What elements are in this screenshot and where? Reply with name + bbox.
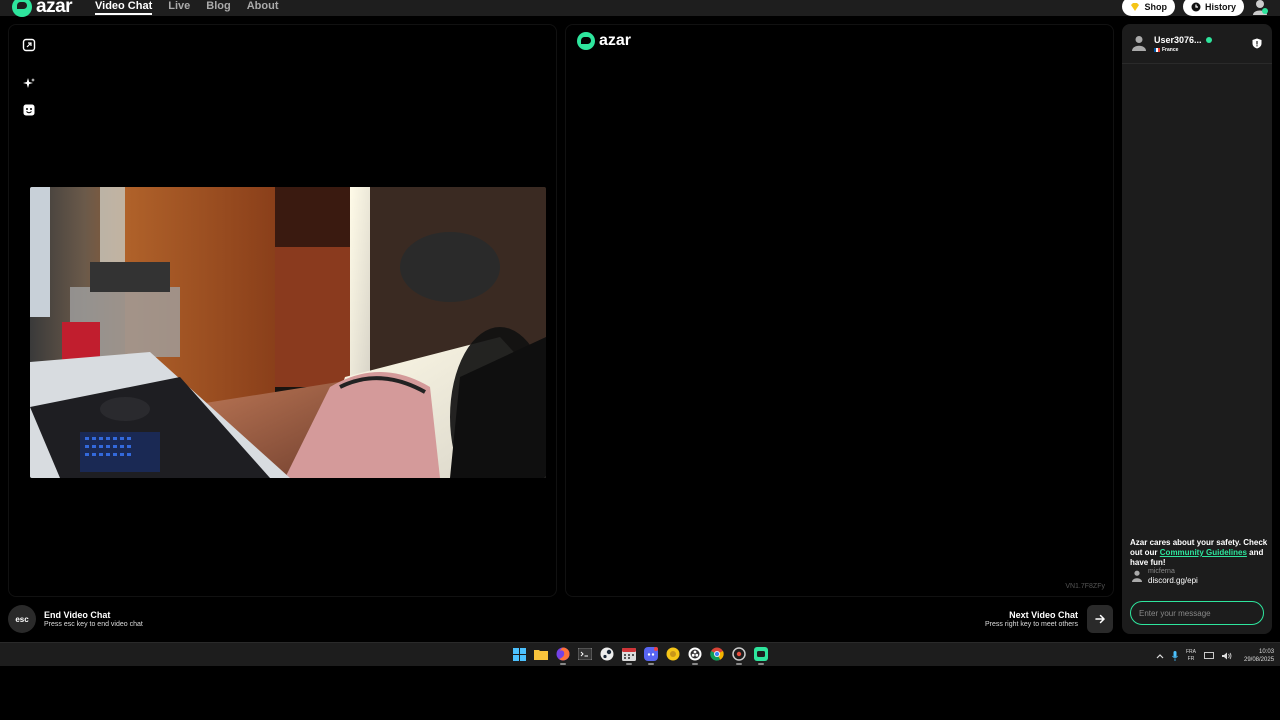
partner-country-text: France — [1162, 47, 1179, 53]
gem-icon — [1131, 2, 1140, 11]
next-video-chat-hint: Press right key to meet others — [985, 621, 1078, 628]
system-tray: FRA FR 10:03 29/08/2025 — [1156, 648, 1274, 664]
nav-link-live[interactable]: Live — [168, 0, 190, 15]
azar-logo[interactable]: azar — [12, 0, 73, 18]
end-video-chat-hint: Press esc key to end video chat — [44, 621, 143, 628]
input-language-bottom: FR — [1187, 656, 1195, 662]
partner-avatar-icon[interactable] — [1132, 35, 1146, 51]
display-icon[interactable] — [1204, 652, 1214, 660]
discord-icon[interactable] — [643, 646, 659, 665]
nav-link-blog[interactable]: Blog — [206, 0, 230, 15]
next-video-chat-button[interactable] — [1087, 605, 1113, 633]
partner-username: User3076... — [1154, 35, 1212, 45]
windows-taskbar: FRA FR 10:03 29/08/2025 — [0, 642, 1280, 666]
end-video-chat-title: End Video Chat — [44, 610, 111, 620]
partner-username-text: User3076... — [1154, 35, 1202, 45]
partner-id: VN1.7F8ZFy — [1065, 583, 1105, 590]
azar-logo-icon — [12, 0, 32, 17]
chat-message-text: discord.gg/epi — [1148, 576, 1198, 585]
firefox-icon[interactable] — [555, 646, 571, 665]
azar-watermark-text: azar — [599, 32, 632, 49]
steam-icon[interactable] — [599, 646, 615, 662]
chat-message-body: micferna discord.gg/epi — [1148, 568, 1198, 585]
profile-avatar-icon[interactable] — [1252, 0, 1268, 15]
next-video-chat-title: Next Video Chat — [1009, 610, 1078, 620]
clock-time: 10:03 — [1259, 649, 1275, 655]
chrome-icon[interactable] — [709, 646, 725, 662]
video-controls-bar: esc End Video Chat Press esc key to end … — [0, 600, 1120, 640]
app-green-icon[interactable] — [753, 646, 769, 665]
chat-header: User3076... France — [1122, 24, 1272, 64]
azar-watermark-icon — [577, 32, 595, 50]
volume-icon[interactable] — [1222, 652, 1232, 660]
shop-button-label: Shop — [1144, 1, 1167, 12]
terminal-icon[interactable] — [577, 646, 593, 662]
history-button-label: History — [1204, 1, 1236, 12]
message-avatar-icon — [1132, 570, 1142, 582]
microphone-icon[interactable] — [1172, 651, 1178, 661]
chat-message-sender: micferna — [1148, 568, 1175, 575]
top-navigation: azar Video Chat Live Blog About Shop His… — [0, 0, 1280, 18]
clock-date: 29/08/2025 — [1244, 657, 1275, 663]
nav-link-about[interactable]: About — [247, 0, 279, 15]
nav-links: Video Chat Live Blog About — [95, 0, 279, 15]
self-camera-feed — [30, 187, 546, 478]
chat-message: micferna discord.gg/epi — [1132, 568, 1198, 585]
clock-icon — [1191, 2, 1201, 11]
community-guidelines-link[interactable]: Community Guidelines — [1160, 548, 1247, 557]
chevron-up-icon[interactable] — [1156, 653, 1164, 659]
chat-panel: User3076... France Azar cares about your… — [1122, 24, 1272, 634]
nav-actions: Shop History — [1122, 0, 1268, 16]
input-language-top: FRA — [1186, 649, 1196, 655]
start-icon[interactable] — [511, 646, 527, 662]
history-button[interactable]: History — [1182, 0, 1244, 16]
expand-icon[interactable] — [22, 38, 36, 52]
message-input[interactable] — [1130, 601, 1264, 625]
calendar-icon[interactable] — [621, 646, 637, 665]
app-yellow-icon[interactable] — [665, 646, 681, 662]
france-flag-icon — [1154, 48, 1160, 52]
nav-link-video-chat[interactable]: Video Chat — [95, 0, 153, 15]
azar-logo-text: azar — [36, 0, 73, 17]
partner-video-panel: azar VN1.7F8ZFy — [565, 24, 1114, 597]
self-video-tools — [22, 38, 36, 117]
shop-button[interactable]: Shop — [1122, 0, 1175, 16]
azar-watermark: azar — [577, 32, 631, 50]
system-clock[interactable]: 10:03 29/08/2025 — [1244, 648, 1274, 664]
taskbar-apps — [511, 646, 769, 665]
file-explorer-icon[interactable] — [533, 646, 549, 662]
arrow-right-icon — [1095, 614, 1106, 624]
safety-notice: Azar cares about your safety. Check out … — [1130, 538, 1268, 568]
end-video-chat-button[interactable]: esc — [8, 605, 36, 633]
face-filter-icon[interactable] — [22, 103, 36, 117]
obs-icon[interactable] — [687, 646, 703, 665]
settings-icon[interactable] — [731, 646, 747, 665]
report-shield-icon[interactable] — [1252, 38, 1262, 49]
partner-country: France — [1154, 47, 1178, 53]
online-status-icon — [1205, 37, 1212, 43]
input-language[interactable]: FRA FR — [1186, 649, 1196, 663]
self-video-panel — [8, 24, 557, 597]
sparkle-effects-icon[interactable] — [22, 77, 36, 91]
